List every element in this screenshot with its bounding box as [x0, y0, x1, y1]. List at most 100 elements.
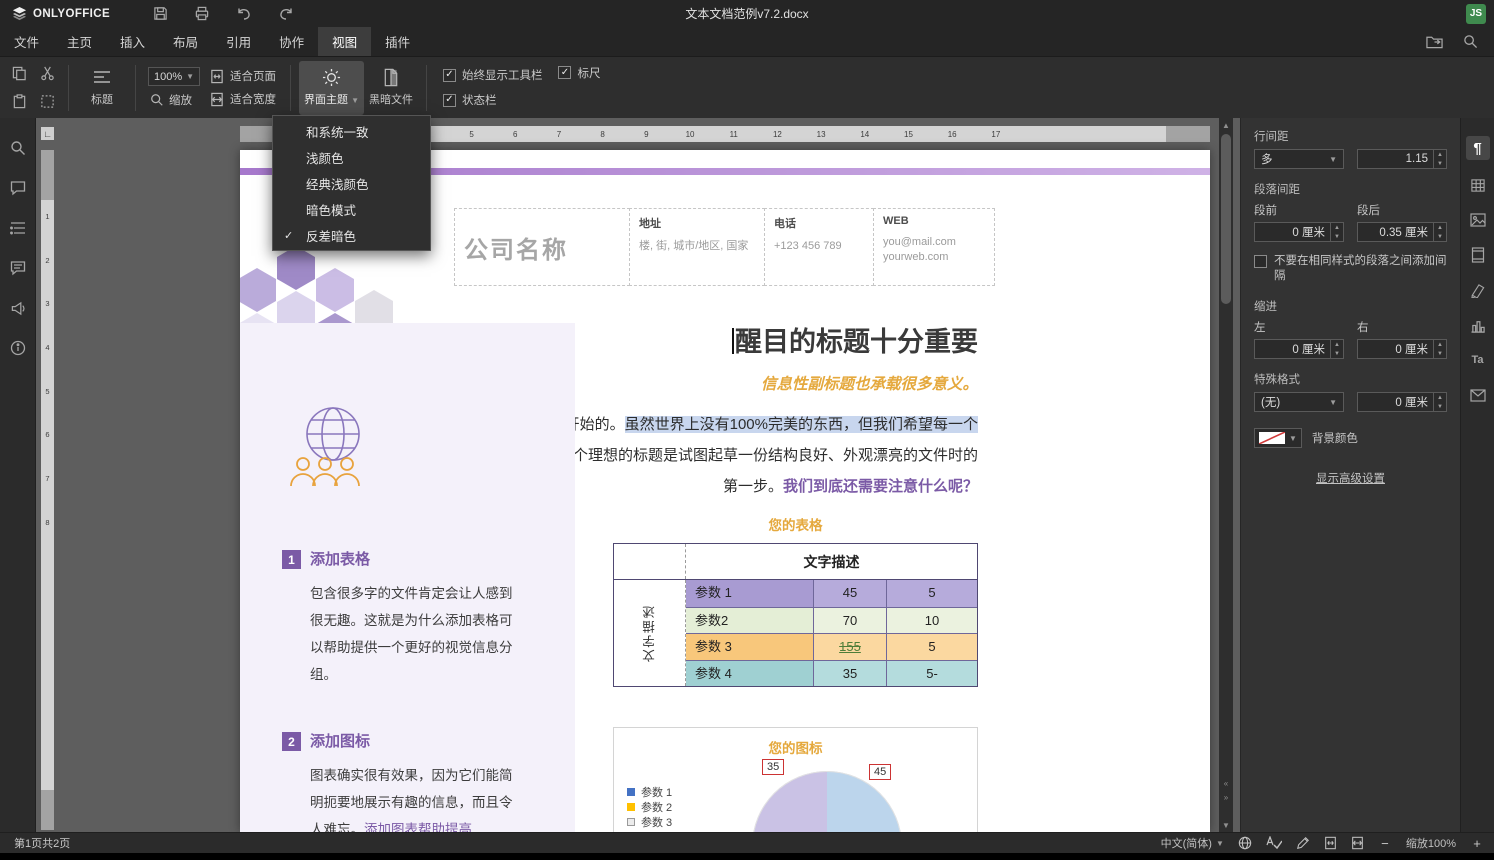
search-icon[interactable] — [8, 138, 28, 158]
scrollbar-thumb[interactable] — [1221, 134, 1231, 304]
zoom-level-label[interactable]: 缩放100% — [1406, 835, 1456, 851]
theme-menu-item[interactable]: ✓ 经典浅颜色 — [273, 170, 430, 196]
theme-menu-item[interactable]: ✓ 浅颜色 — [273, 144, 430, 170]
section-title: 添加图标 — [310, 730, 520, 751]
theme-menu-item[interactable]: ✓ 暗色模式 — [273, 196, 430, 222]
theme-menu-item[interactable]: ✓ 和系统一致 — [273, 118, 430, 144]
indent-left-spinner[interactable]: 0 厘米 ▲▼ — [1254, 339, 1344, 359]
right-sidebar: ¶ Ta — [1460, 118, 1494, 832]
chat-icon[interactable] — [8, 258, 28, 278]
spinner-arrows[interactable]: ▲▼ — [1433, 340, 1446, 358]
fit-page-button[interactable]: 适合页面 — [210, 68, 276, 84]
set-language-icon[interactable] — [1238, 836, 1252, 850]
spinner-arrows[interactable]: ▲▼ — [1433, 223, 1446, 241]
indent-right-label: 右 — [1357, 319, 1447, 335]
print-button[interactable] — [192, 4, 212, 24]
pie-chart-frame[interactable]: 您的图标 参数 1 参数 2 参数 3 — [613, 727, 978, 832]
table-cell-name: 参数 1 — [686, 580, 813, 607]
spacing-before-spinner[interactable]: 0 厘米 ▲▼ — [1254, 222, 1344, 242]
mail-merge-icon[interactable] — [1468, 385, 1488, 405]
menu-tab[interactable]: 引用 — [212, 27, 265, 56]
next-page-button[interactable]: » — [1219, 790, 1233, 804]
menu-tab[interactable]: 文件 — [0, 27, 53, 56]
language-selector[interactable]: 中文(简体)▼ — [1161, 835, 1224, 851]
fit-width-status-icon[interactable] — [1351, 836, 1364, 850]
line-spacing-value-spinner[interactable]: 1.15 ▲▼ — [1357, 149, 1447, 169]
redo-button[interactable] — [276, 4, 296, 24]
menu-tab[interactable]: 协作 — [265, 27, 318, 56]
text-art-settings-icon[interactable]: Ta — [1468, 350, 1488, 370]
zoom-select[interactable]: 100%▼ — [148, 67, 200, 86]
menu-tab[interactable]: 视图 — [318, 27, 371, 56]
menu-tab[interactable]: 插件 — [371, 27, 424, 56]
dark-document-icon — [383, 68, 399, 87]
section-link[interactable]: 添加图表帮助提高 — [364, 822, 472, 832]
menu-tab[interactable]: 布局 — [159, 27, 212, 56]
special-format-select[interactable]: (无)▼ — [1254, 392, 1344, 412]
save-button[interactable] — [150, 4, 170, 24]
search-icon[interactable] — [1460, 32, 1480, 52]
special-format-spinner[interactable]: 0 厘米 ▲▼ — [1357, 392, 1447, 412]
spinner-arrows[interactable]: ▲▼ — [1433, 393, 1446, 411]
headings-button[interactable]: 标题 — [77, 61, 127, 115]
user-avatar[interactable]: JS — [1466, 4, 1486, 24]
checkbox-ruler[interactable]: ✓ 标尺 — [558, 65, 600, 81]
line-spacing-select[interactable]: 多▼ — [1254, 149, 1344, 169]
paragraph-settings-icon[interactable]: ¶ — [1466, 136, 1490, 160]
cut-button[interactable] — [34, 61, 60, 87]
fit-page-status-icon[interactable] — [1324, 836, 1337, 850]
select-all-button[interactable] — [34, 89, 60, 115]
copy-button[interactable] — [6, 61, 32, 87]
vertical-ruler[interactable]: 12345678 — [41, 150, 54, 830]
app-logo: ONLYOFFICE — [0, 6, 122, 21]
no-gap-checkbox[interactable]: 不要在相同样式的段落之间添加间隔 — [1254, 254, 1447, 284]
zoom-in-button[interactable]: + — [1470, 836, 1484, 851]
section-number-badge: 1 — [282, 550, 301, 569]
open-file-location-icon[interactable] — [1424, 32, 1444, 52]
scroll-up-button[interactable]: ▲ — [1219, 118, 1233, 132]
background-color-picker[interactable]: ▼ — [1254, 428, 1302, 448]
scroll-down-button[interactable]: ▼ — [1219, 818, 1233, 832]
chart-settings-icon[interactable] — [1468, 315, 1488, 335]
checkbox-status-bar[interactable]: ✓ 状态栏 — [443, 92, 543, 108]
menu-tab[interactable]: 插入 — [106, 27, 159, 56]
zoom-button[interactable]: 缩放 — [148, 92, 200, 108]
image-settings-icon[interactable] — [1468, 210, 1488, 230]
shape-settings-icon[interactable] — [1468, 280, 1488, 300]
zoom-out-button[interactable]: − — [1378, 836, 1392, 851]
undo-button[interactable] — [234, 4, 254, 24]
vertical-scrollbar[interactable]: ▲ « » ▼ — [1219, 118, 1233, 832]
spinner-arrows[interactable]: ▲▼ — [1330, 340, 1343, 358]
status-bar: 第1页共2页 中文(简体)▼ − 缩放100% + — [0, 832, 1494, 853]
advanced-settings-link[interactable]: 显示高级设置 — [1316, 473, 1385, 485]
comments-icon[interactable] — [8, 178, 28, 198]
checkbox-always-show-toolbar[interactable]: ✓ 始终显示工具栏 — [443, 67, 543, 83]
interface-theme-button[interactable]: 界面主题 ▼ — [299, 61, 364, 115]
navigation-headings-icon[interactable] — [8, 218, 28, 238]
toolbar-separator — [290, 65, 291, 111]
previous-page-button[interactable]: « — [1219, 776, 1233, 790]
about-icon[interactable] — [8, 338, 28, 358]
fit-width-button[interactable]: 适合宽度 — [210, 91, 276, 107]
track-changes-icon[interactable] — [1296, 836, 1310, 850]
spell-check-icon[interactable] — [1266, 836, 1282, 850]
spinner-arrows[interactable]: ▲▼ — [1433, 150, 1446, 168]
page-indicator[interactable]: 第1页共2页 — [0, 835, 70, 851]
numbered-section: 2 添加图标 图表确实很有效果，因为它们能简明扼要地展示有趣的信息，而且令人难忘… — [282, 730, 550, 832]
indent-label: 缩进 — [1254, 298, 1447, 314]
onlyoffice-logo-icon — [12, 6, 27, 21]
header-footer-settings-icon[interactable] — [1468, 245, 1488, 265]
parameters-table[interactable]: 文字描述 文字描述 参数 1 45 5 参数2 70 — [613, 543, 978, 687]
document-page[interactable]: 公司名称 地址 楼, 街, 城市/地区, 国家 电话 +123 456 789 — [240, 150, 1210, 832]
indent-right-spinner[interactable]: 0 厘米 ▲▼ — [1357, 339, 1447, 359]
tab-stop-selector[interactable]: ∟ — [41, 127, 54, 140]
spinner-arrows[interactable]: ▲▼ — [1330, 223, 1343, 241]
text-cursor — [732, 328, 734, 354]
table-settings-icon[interactable] — [1468, 175, 1488, 195]
menu-tab[interactable]: 主页 — [53, 27, 106, 56]
theme-menu-item[interactable]: ✓ 反差暗色 — [273, 222, 430, 248]
paste-button[interactable] — [6, 89, 32, 115]
feedback-icon[interactable] — [8, 298, 28, 318]
spacing-after-spinner[interactable]: 0.35 厘米 ▲▼ — [1357, 222, 1447, 242]
dark-document-button[interactable]: 黑暗文件 — [364, 61, 418, 115]
